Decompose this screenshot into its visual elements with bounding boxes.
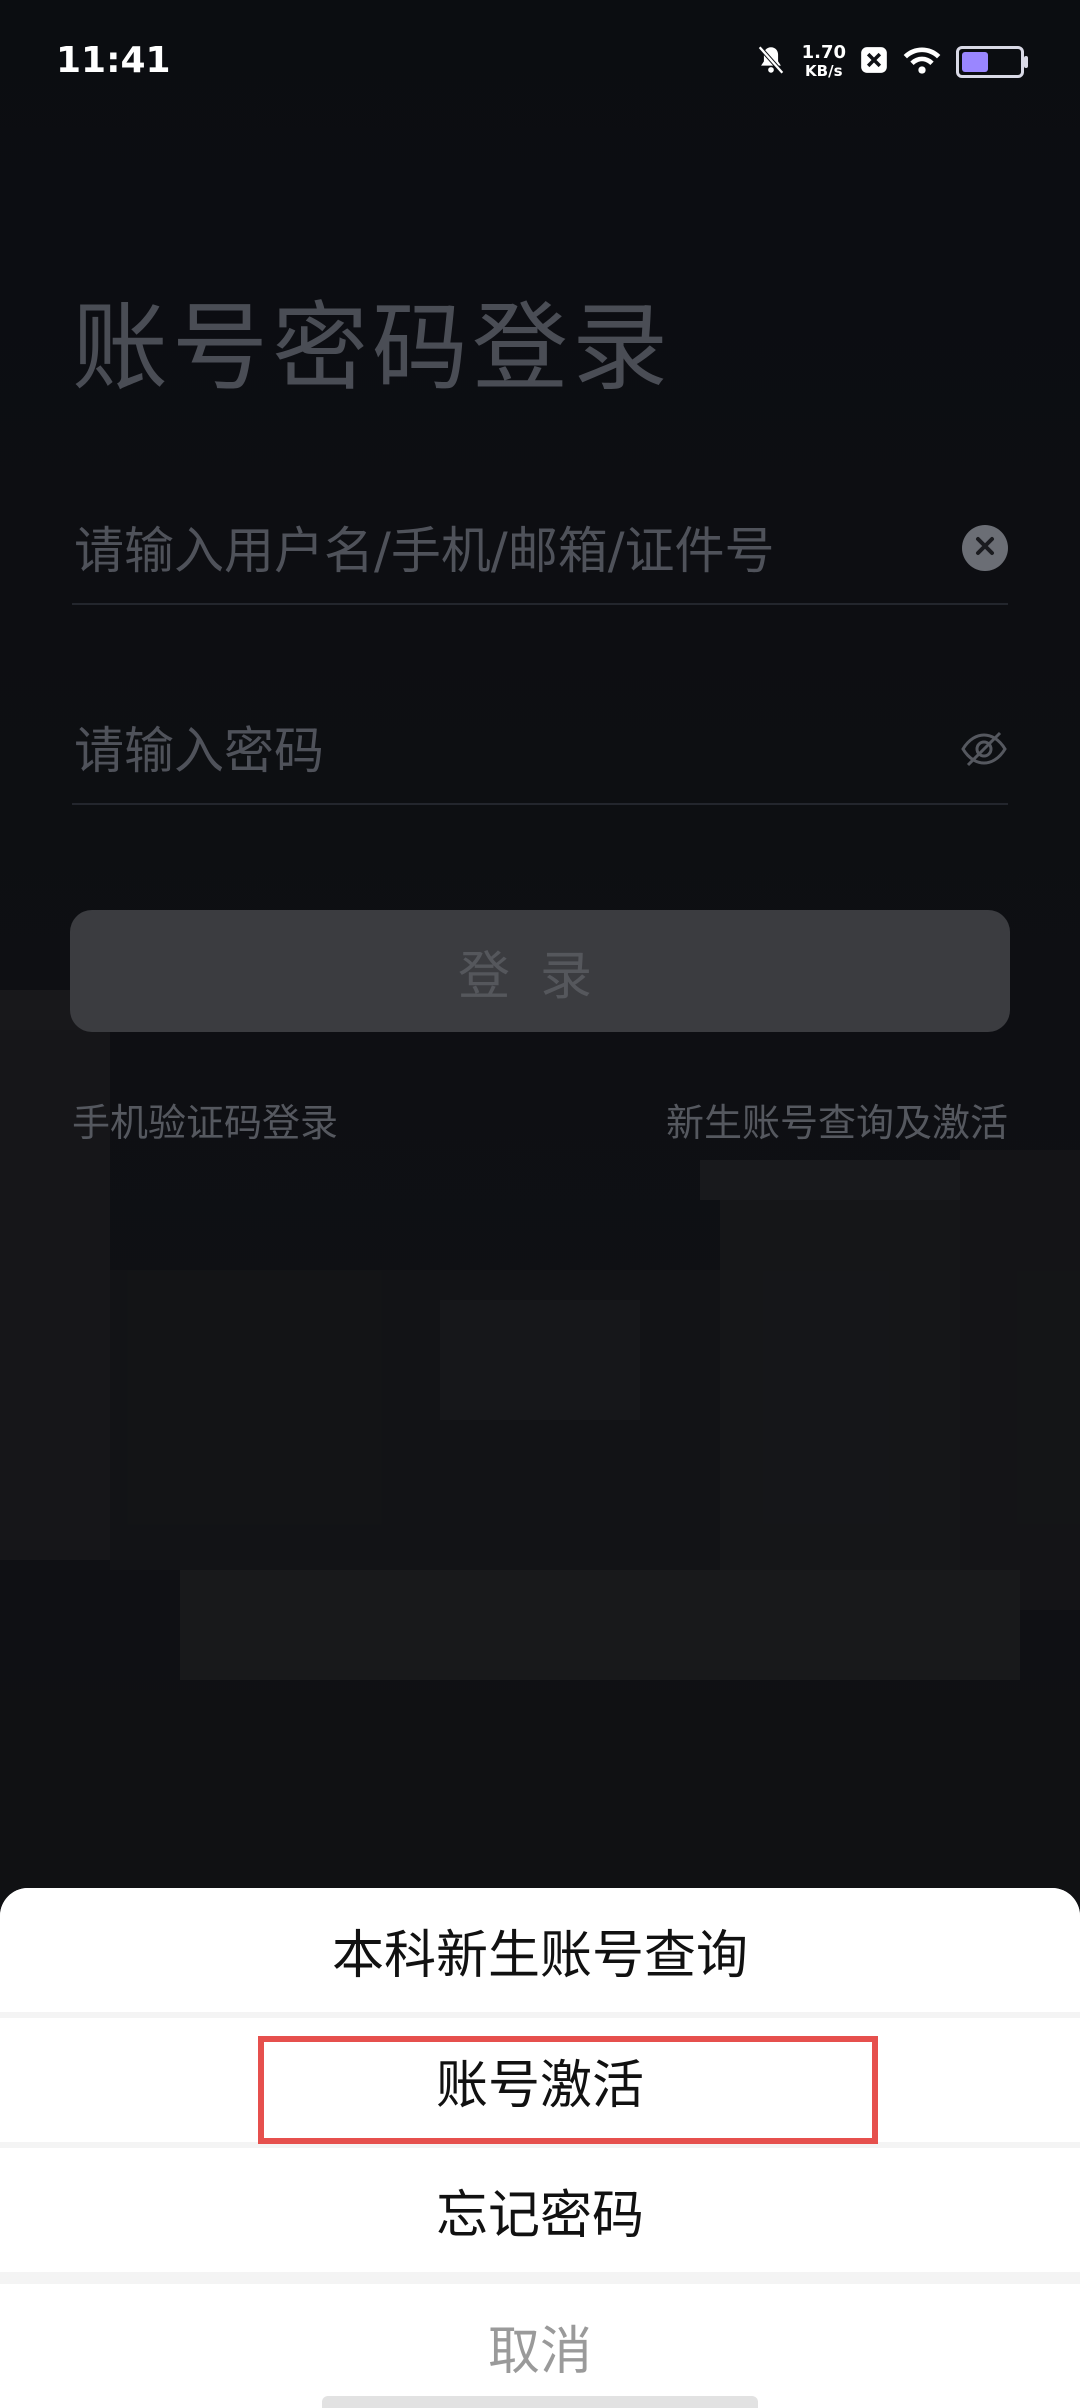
status-icons: 1.70 KB/s [754,40,1028,84]
password-field-container [72,695,1008,807]
battery-icon [956,46,1028,78]
password-input[interactable] [72,695,916,807]
home-indicator [322,2396,758,2408]
page-title: 账号密码登录 [72,292,672,404]
sheet-item-forgot-password[interactable]: 忘记密码 [0,2148,1080,2272]
username-input[interactable] [72,495,916,607]
x-app-icon [860,46,888,78]
divider [72,603,1008,605]
divider [72,803,1008,805]
close-icon [973,534,997,562]
highlight-box [258,2036,878,2144]
network-speed: 1.70 KB/s [801,42,846,81]
toggle-password-visibility-button[interactable] [960,725,1008,773]
login-button[interactable]: 登录 [70,910,1010,1032]
sheet-item-freshman-query[interactable]: 本科新生账号查询 [0,1888,1080,2012]
status-time: 11:41 [56,40,171,81]
action-sheet: 本科新生账号查询 账号激活 忘记密码 取消 [0,1888,1080,2408]
eye-off-icon [960,731,1008,777]
clear-input-button[interactable] [962,525,1008,571]
freshman-account-link[interactable]: 新生账号查询及激活 [666,1092,1008,1147]
cancel-button[interactable]: 取消 [0,2284,1080,2408]
sms-login-link[interactable]: 手机验证码登录 [72,1092,338,1147]
username-field-container [72,495,1008,607]
bell-muted-icon [754,43,788,81]
wifi-icon [902,44,942,80]
status-bar: 11:41 1.70 KB/s [0,0,1080,120]
